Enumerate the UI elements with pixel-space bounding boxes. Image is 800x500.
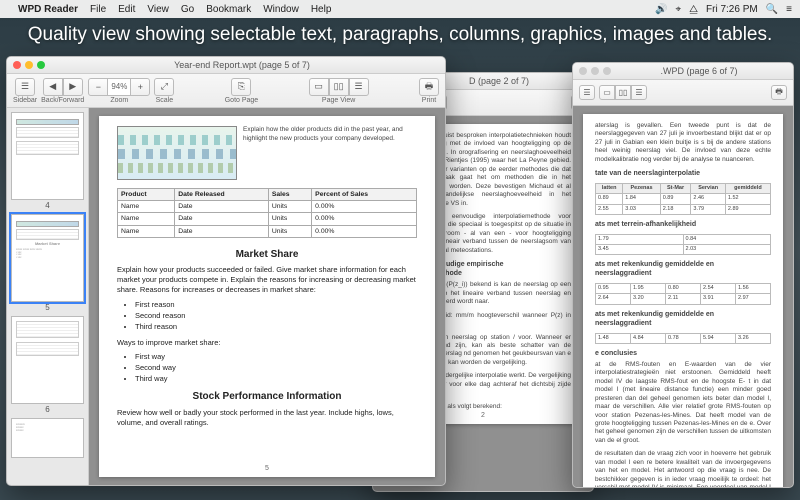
titlebar[interactable]: .WPD (page 6 of 7) bbox=[573, 63, 793, 80]
window-title: .WPD (page 6 of 7) bbox=[611, 66, 787, 76]
menu-app[interactable]: WPD Reader bbox=[18, 4, 78, 15]
scale-button[interactable]: ⤢ bbox=[154, 78, 174, 96]
traffic-lights[interactable] bbox=[13, 61, 45, 69]
pageview-single[interactable]: ▭ bbox=[309, 78, 329, 96]
page-number: 2 bbox=[481, 411, 485, 420]
pageview-two[interactable]: ▯▯ bbox=[615, 85, 631, 100]
ways-list: First waySecond wayThird way bbox=[135, 352, 417, 384]
data-table: lattenPezenasSt-MarServiangemiddeld 0.89… bbox=[595, 183, 771, 214]
sidebar-toggle[interactable]: ☰ bbox=[579, 85, 595, 100]
volume-icon[interactable]: 🔊 bbox=[655, 4, 667, 15]
document-page[interactable]: aterslag is gevallen. Een tweede punt is… bbox=[583, 114, 783, 488]
paragraph: Explain how your products succeeded or f… bbox=[117, 265, 417, 295]
bluetooth-icon[interactable]: ⌖ bbox=[675, 4, 681, 15]
section-heading-stock: Stock Performance Information bbox=[117, 390, 417, 404]
menu-edit[interactable]: Edit bbox=[118, 4, 135, 15]
menu-file[interactable]: File bbox=[90, 4, 106, 15]
zoom-value: 94% bbox=[108, 78, 130, 96]
menu-window[interactable]: Window bbox=[263, 4, 299, 15]
page-number: 5 bbox=[265, 464, 269, 473]
page-thumbnail[interactable] bbox=[11, 112, 84, 200]
section-heading-market: Market Share bbox=[117, 248, 417, 262]
product-table: ProductDate ReleasedSalesPercent of Sale… bbox=[117, 188, 417, 238]
pageview-two[interactable]: ▯▯ bbox=[329, 78, 349, 96]
menu-view[interactable]: View bbox=[147, 4, 169, 15]
spotlight-icon[interactable]: 🔍 bbox=[766, 4, 778, 15]
thumbnail-sidebar[interactable]: 4 Market Sharexxxxx xxxxx xxxx xxxxx• xx… bbox=[7, 108, 89, 485]
pageview-single[interactable]: ▭ bbox=[599, 85, 615, 100]
page-thumbnail[interactable] bbox=[11, 316, 84, 404]
close-icon bbox=[13, 61, 21, 69]
menu-icon[interactable]: ≡ bbox=[786, 4, 792, 15]
hero-caption: Quality view showing selectable text, pa… bbox=[0, 24, 800, 46]
print-button[interactable]: 🖶 bbox=[771, 85, 787, 100]
sidebar-toggle[interactable]: ☰ bbox=[15, 78, 35, 96]
chart-caption: Explain how the older products did in th… bbox=[243, 126, 417, 180]
menu-bookmark[interactable]: Bookmark bbox=[206, 4, 251, 15]
sidebar-label: Sidebar bbox=[13, 97, 37, 104]
menu-go[interactable]: Go bbox=[181, 4, 194, 15]
minimize-icon bbox=[25, 61, 33, 69]
pageview-cont[interactable]: ☰ bbox=[631, 85, 647, 100]
document-page[interactable]: Explain how the older products did in th… bbox=[99, 116, 435, 477]
page-thumbnail[interactable]: xxxxxxxxxxxxxxxxxxx bbox=[11, 418, 84, 458]
wifi-icon[interactable]: ⧋ bbox=[689, 4, 698, 15]
toolbar: ☰ ▭▯▯☰Page View 🖶Print bbox=[573, 80, 793, 106]
toolbar: ☰Sidebar ◀▶Back/Forward −94%+Zoom ⤢Scale… bbox=[7, 74, 445, 108]
page-thumbnail-selected[interactable]: Market Sharexxxxx xxxxx xxxx xxxxx• xxx•… bbox=[11, 214, 84, 302]
goto-page-button[interactable]: ⎘ bbox=[231, 78, 251, 96]
document-window-front: Year-end Report.wpt (page 5 of 7) ☰Sideb… bbox=[6, 56, 446, 486]
menu-help[interactable]: Help bbox=[311, 4, 332, 15]
clock: Fri 7:26 PM bbox=[706, 4, 758, 15]
window-title: Year-end Report.wpt (page 5 of 7) bbox=[45, 60, 439, 70]
zoom-icon bbox=[37, 61, 45, 69]
back-button[interactable]: ◀ bbox=[43, 78, 63, 96]
pageview-cont[interactable]: ☰ bbox=[349, 78, 369, 96]
print-button[interactable]: 🖶 bbox=[419, 78, 439, 96]
zoom-in-button[interactable]: + bbox=[130, 78, 150, 96]
forward-button[interactable]: ▶ bbox=[63, 78, 83, 96]
titlebar[interactable]: Year-end Report.wpt (page 5 of 7) bbox=[7, 57, 445, 74]
document-window-3: .WPD (page 6 of 7) ☰ ▭▯▯☰Page View 🖶Prin… bbox=[572, 62, 794, 488]
zoom-out-button[interactable]: − bbox=[88, 78, 108, 96]
embedded-chart bbox=[117, 126, 237, 180]
macos-menubar: WPD Reader File Edit View Go Bookmark Wi… bbox=[0, 0, 800, 18]
reasons-list: First reasonSecond reasonThird reason bbox=[135, 300, 417, 332]
